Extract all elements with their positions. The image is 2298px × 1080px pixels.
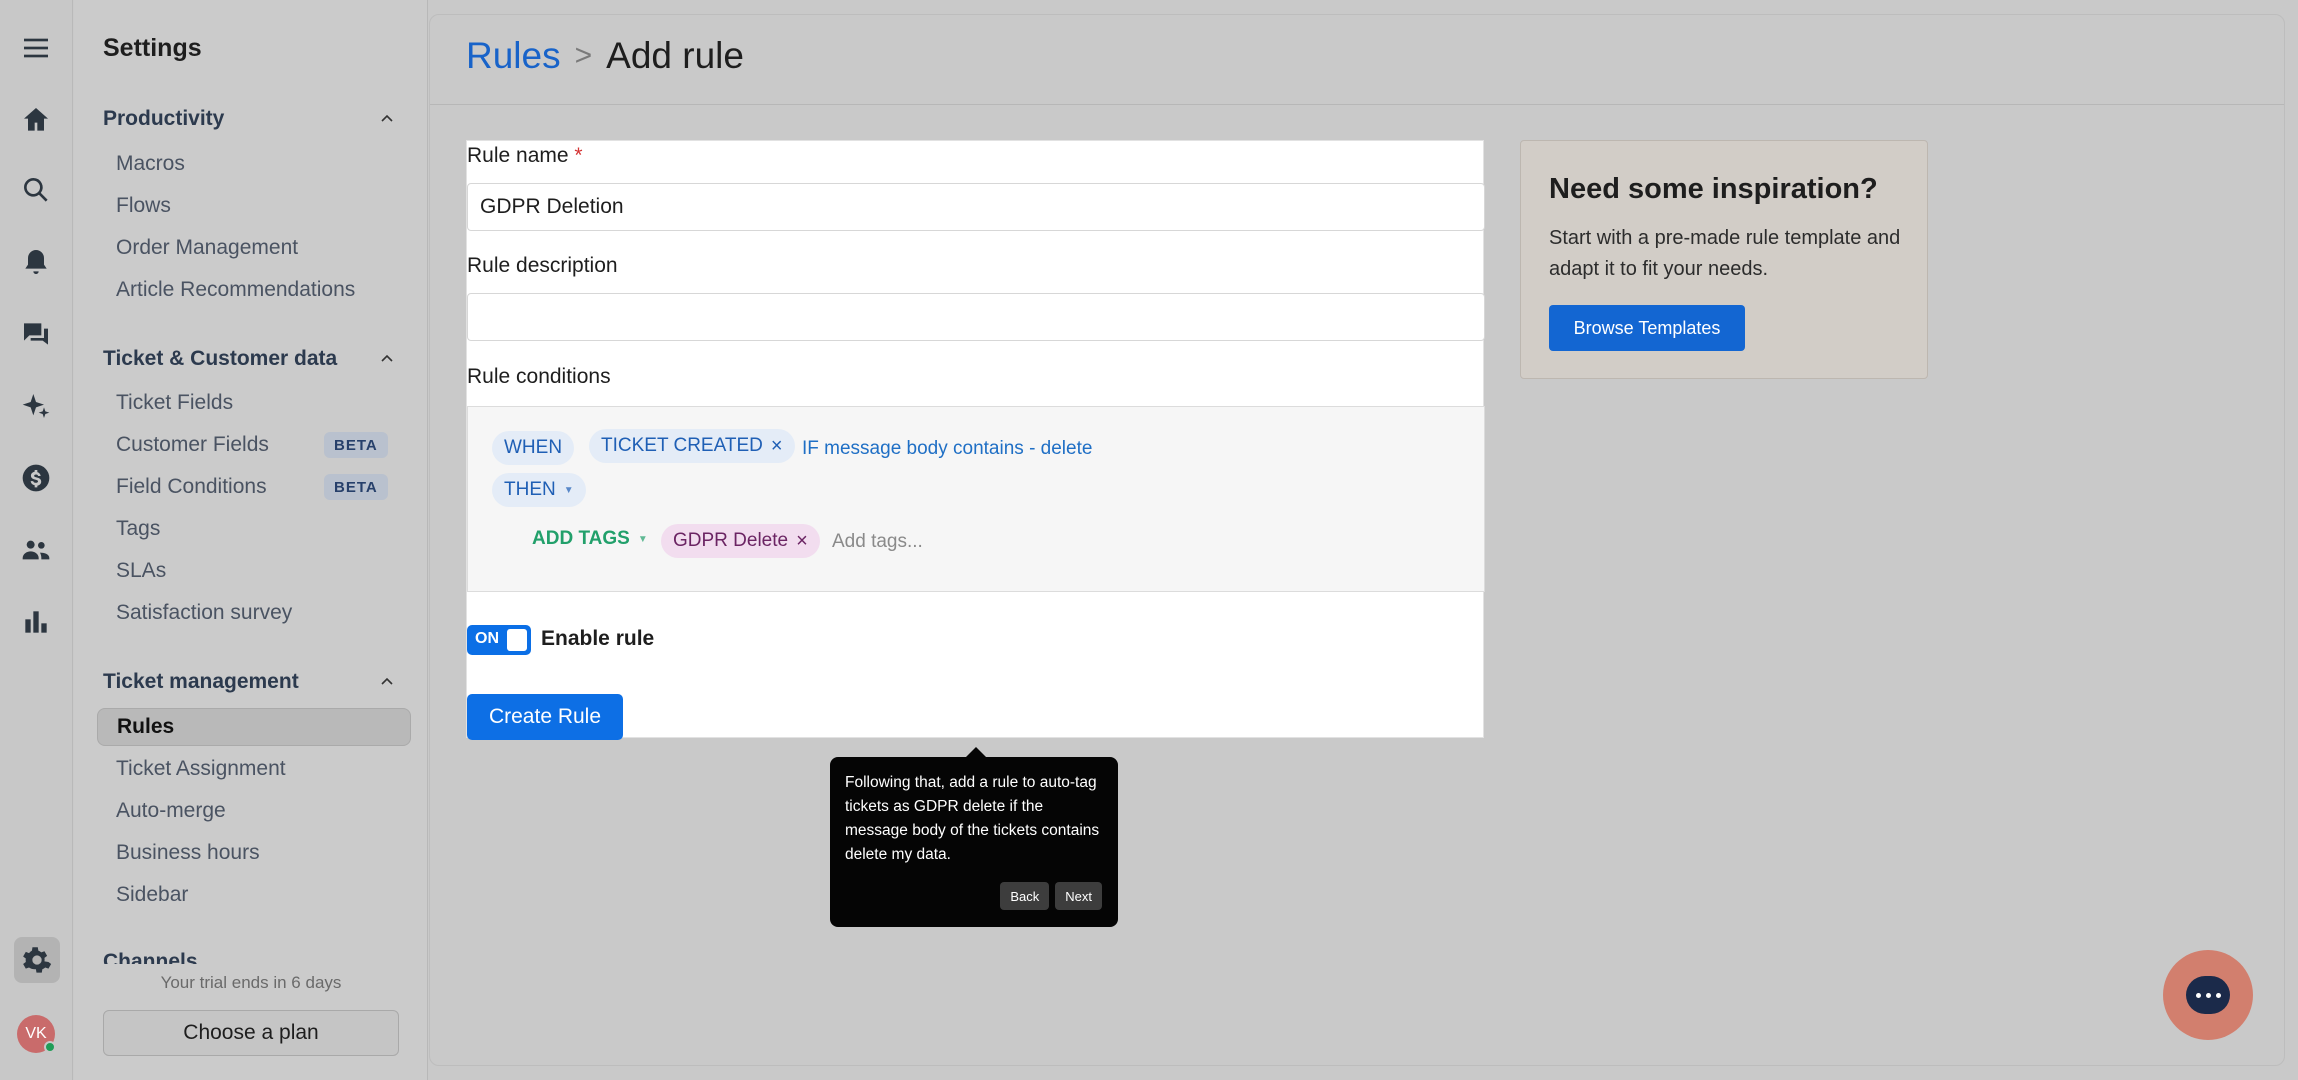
toggle-knob: [507, 629, 527, 651]
sidebar-item-auto-merge[interactable]: Auto-merge: [116, 796, 226, 826]
main-content: Rules > Add rule Rule name * GDPR Deleti…: [429, 14, 2285, 1066]
sidebar-item-ticket-assignment[interactable]: Ticket Assignment: [116, 754, 286, 784]
close-icon[interactable]: ×: [796, 531, 808, 551]
settings-sidebar: Settings Productivity Macros Flows Order…: [74, 0, 428, 1080]
rule-description-label: Rule description: [467, 254, 618, 277]
stats-icon[interactable]: [16, 602, 56, 642]
section-ticket-data-label: Ticket & Customer data: [103, 347, 338, 370]
gear-icon[interactable]: [14, 937, 60, 983]
required-mark: *: [574, 144, 583, 167]
chat-bubble-icon: [2186, 976, 2230, 1014]
rule-conditions-box: WHEN TICKET CREATED × IF message body co…: [467, 406, 1485, 592]
when-label: WHEN: [504, 437, 563, 458]
browse-templates-button[interactable]: Browse Templates: [1549, 305, 1745, 351]
sidebar-item-rules[interactable]: Rules: [97, 708, 411, 746]
condition-text[interactable]: IF message body contains - delete my dat…: [802, 438, 1098, 460]
avatar[interactable]: VK: [17, 1015, 56, 1053]
tag-label: GDPR Delete: [673, 530, 789, 551]
sidebar-item-flows[interactable]: Flows: [116, 191, 171, 221]
avatar-initials: VK: [25, 1025, 47, 1042]
chat-icon[interactable]: [16, 314, 56, 354]
enable-rule-toggle[interactable]: ON: [467, 625, 531, 655]
close-icon[interactable]: ×: [771, 436, 783, 456]
trial-notice: Your trial ends in 6 days: [160, 973, 342, 992]
tooltip-back-button[interactable]: Back: [1000, 882, 1050, 910]
inspiration-title: Need some inspiration?: [1549, 173, 1878, 205]
page-header: Rules > Add rule: [430, 15, 2284, 105]
home-icon[interactable]: [16, 100, 56, 140]
search-icon[interactable]: [16, 170, 56, 210]
sidebar-item-satisfaction-survey[interactable]: Satisfaction survey: [116, 598, 292, 628]
menu-icon[interactable]: [16, 28, 56, 68]
users-icon[interactable]: [16, 530, 56, 570]
trigger-pill[interactable]: TICKET CREATED ×: [589, 429, 795, 463]
rule-name-label: Rule name *: [467, 144, 583, 168]
sidebar-item-ticket-fields[interactable]: Ticket Fields: [116, 388, 233, 418]
sidebar-item-tags[interactable]: Tags: [116, 514, 160, 544]
then-label: THEN: [504, 479, 556, 500]
section-channels[interactable]: Channels: [103, 950, 395, 964]
tooltip-text: Following that, add a rule to auto-tag t…: [845, 774, 1100, 863]
beta-badge: BETA: [324, 474, 388, 500]
chevron-up-icon: [381, 354, 393, 362]
bell-icon[interactable]: [16, 242, 56, 282]
sparkle-icon[interactable]: [16, 386, 56, 426]
settings-title: Settings: [103, 34, 202, 62]
beta-badge: BETA: [324, 432, 388, 458]
tooltip-next-button[interactable]: Next: [1055, 882, 1102, 910]
chevron-up-icon: [381, 114, 393, 122]
icon-rail: VK: [0, 0, 73, 1080]
tag-chip[interactable]: GDPR Delete ×: [661, 524, 820, 558]
sidebar-item-field-conditions[interactable]: Field Conditions: [116, 472, 267, 502]
chevron-up-icon: [381, 677, 393, 685]
sidebar-item-article-recommendations[interactable]: Article Recommendations: [116, 275, 355, 305]
section-channels-label: Channels: [103, 950, 198, 964]
chevron-down-icon: ▼: [637, 533, 648, 545]
online-status-dot: [44, 1041, 56, 1053]
rule-name-label-text: Rule name: [467, 144, 569, 167]
breadcrumb-rules-link[interactable]: Rules: [466, 35, 561, 77]
sidebar-item-customer-fields[interactable]: Customer Fields: [116, 430, 269, 460]
section-productivity[interactable]: Productivity: [103, 104, 395, 134]
inspiration-card: Need some inspiration? Start with a pre-…: [1520, 140, 1928, 379]
then-pill[interactable]: THEN ▼: [492, 473, 586, 507]
inspiration-text: Start with a pre-made rule template and …: [1549, 227, 1901, 280]
rule-form: Rule name * GDPR Deletion Rule descripti…: [466, 140, 1485, 740]
choose-plan-button[interactable]: Choose a plan: [103, 1010, 399, 1056]
breadcrumb-separator: >: [574, 39, 593, 72]
rule-name-input[interactable]: GDPR Deletion: [467, 183, 1485, 231]
sidebar-item-order-management[interactable]: Order Management: [116, 233, 298, 263]
add-tags-input[interactable]: Add tags...: [832, 531, 923, 553]
rule-description-input[interactable]: [467, 293, 1485, 341]
rule-conditions-label: Rule conditions: [467, 365, 611, 388]
toggle-state-label: ON: [475, 630, 499, 647]
trigger-label: TICKET CREATED: [601, 435, 763, 456]
chevron-down-icon: ▼: [563, 484, 574, 496]
sidebar-item-slas[interactable]: SLAs: [116, 556, 166, 586]
action-dropdown[interactable]: ADD TAGS ▼: [520, 522, 660, 556]
section-productivity-label: Productivity: [103, 107, 225, 130]
tooltip-buttons: Back Next: [1000, 882, 1102, 910]
sidebar-item-sidebar[interactable]: Sidebar: [116, 880, 188, 910]
section-ticket-customer-data[interactable]: Ticket & Customer data: [103, 344, 395, 374]
sidebar-item-macros[interactable]: Macros: [116, 149, 185, 179]
breadcrumb: Rules > Add rule: [466, 35, 744, 77]
create-rule-button[interactable]: Create Rule: [467, 694, 623, 740]
enable-rule-label: Enable rule: [541, 627, 655, 650]
section-ticket-mgmt-label: Ticket management: [103, 670, 299, 693]
when-pill: WHEN: [492, 431, 575, 465]
dollar-icon[interactable]: [16, 458, 56, 498]
page-title: Add rule: [606, 35, 744, 76]
section-ticket-management[interactable]: Ticket management: [103, 667, 395, 697]
sidebar-item-business-hours[interactable]: Business hours: [116, 838, 260, 868]
action-label: ADD TAGS: [532, 528, 630, 549]
chat-launcher-button[interactable]: [2163, 950, 2253, 1040]
onboarding-tooltip: Following that, add a rule to auto-tag t…: [830, 747, 1118, 927]
